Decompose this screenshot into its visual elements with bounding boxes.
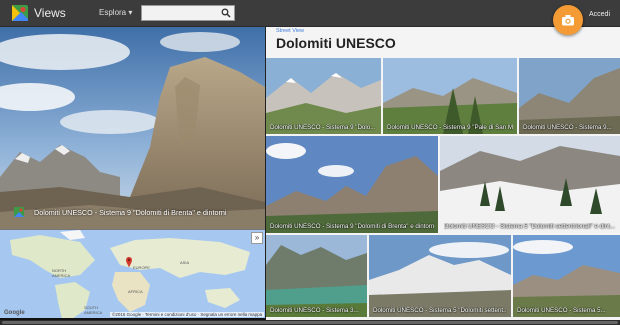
app-title[interactable]: Views <box>34 6 66 20</box>
explore-menu[interactable]: Esplora ▾ <box>99 8 132 17</box>
photo-thumbnail <box>513 235 620 317</box>
world-map[interactable]: NORTH AMERICA EUROPE ASIA AFRICA SOUTH A… <box>0 229 265 318</box>
photo-caption: Dolomiti UNESCO - Sistema 9 "Dolo... <box>270 124 376 131</box>
map-attribution[interactable]: ©2015 Google · Termini e condizioni d'us… <box>110 312 265 317</box>
photo-tile[interactable]: Dolomiti UNESCO - Sistema 5... <box>513 235 620 317</box>
photo-tile[interactable]: Dolomiti UNESCO - Sistema 9 "Dolomiti di… <box>266 136 438 233</box>
photo-thumbnail <box>266 58 381 134</box>
views-pin-icon <box>14 207 24 217</box>
photo-tile[interactable]: Dolomiti UNESCO - Sistema 5 "Dolomiti se… <box>440 136 620 233</box>
photo-caption: Dolomiti UNESCO - Sistema 5... <box>517 307 606 314</box>
photo-thumbnail <box>369 235 511 317</box>
photo-tile[interactable]: Dolomiti UNESCO - Sistema 3... <box>266 235 367 317</box>
photo-thumbnail <box>266 235 367 317</box>
panorama-image[interactable] <box>0 27 265 229</box>
google-logo: Google <box>4 310 25 316</box>
photo-thumbnail <box>266 136 438 233</box>
photo-caption: Dolomiti UNESCO - Sistema 5 "Dolomiti se… <box>373 307 507 314</box>
photo-caption: Dolomiti UNESCO - Sistema 3... <box>270 307 359 314</box>
photo-tile[interactable]: Dolomiti UNESCO - Sistema 5 "Dolomiti se… <box>369 235 511 317</box>
photo-thumbnail <box>440 136 620 233</box>
search-icon[interactable] <box>221 8 231 18</box>
double-chevron-right-icon: » <box>254 233 260 242</box>
right-panel: Street View Dolomiti UNESCO Dolomiti UNE… <box>266 27 620 320</box>
panorama-caption-text: Dolomiti UNESCO - Sistema 9 "Dolomiti di… <box>34 208 227 217</box>
left-panel: Dolomiti UNESCO - Sistema 9 "Dolomiti di… <box>0 27 265 320</box>
scrollbar-thumb[interactable] <box>2 321 618 324</box>
horizontal-scrollbar[interactable] <box>0 320 620 325</box>
map-label-south-america: SOUTH AMERICA <box>84 305 103 315</box>
photo-caption: Dolomiti UNESCO - Sistema 9 "Dolomiti di… <box>270 223 434 230</box>
top-bar: Views Esplora ▾ Accedi <box>0 0 620 27</box>
login-link[interactable]: Accedi <box>589 11 610 18</box>
photo-tile[interactable]: Dolomiti UNESCO - Sistema 9 "Pale di San… <box>383 58 517 134</box>
photo-tile[interactable]: Dolomiti UNESCO - Sistema 9... <box>519 58 620 134</box>
expand-map-button[interactable]: » <box>251 232 263 244</box>
streetview-kicker[interactable]: Street View <box>276 28 304 34</box>
views-logo-icon[interactable] <box>12 5 28 21</box>
map-label-europe: EUROPE <box>133 265 150 270</box>
map-label-africa: AFRICA <box>128 289 143 294</box>
panorama-caption: Dolomiti UNESCO - Sistema 9 "Dolomiti di… <box>14 207 227 217</box>
add-photo-button[interactable] <box>553 5 583 35</box>
photo-tile[interactable]: Dolomiti UNESCO - Sistema 9 "Dolo... <box>266 58 381 134</box>
photo-caption: Dolomiti UNESCO - Sistema 9... <box>523 124 612 131</box>
photo-thumbnail <box>519 58 620 134</box>
photo-caption: Dolomiti UNESCO - Sistema 5 "Dolomiti se… <box>444 223 615 230</box>
page-title: Dolomiti UNESCO <box>276 35 396 51</box>
camera-icon <box>562 15 574 26</box>
photo-caption: Dolomiti UNESCO - Sistema 9 "Pale di San… <box>387 124 513 131</box>
map-label-asia: ASIA <box>180 260 190 265</box>
map-image[interactable] <box>0 230 265 318</box>
search-input[interactable] <box>141 5 235 21</box>
map-label-north-america: NORTH AMERICA <box>52 268 71 278</box>
photo-thumbnail <box>383 58 517 134</box>
panorama-viewer[interactable]: Dolomiti UNESCO - Sistema 9 "Dolomiti di… <box>0 27 265 229</box>
